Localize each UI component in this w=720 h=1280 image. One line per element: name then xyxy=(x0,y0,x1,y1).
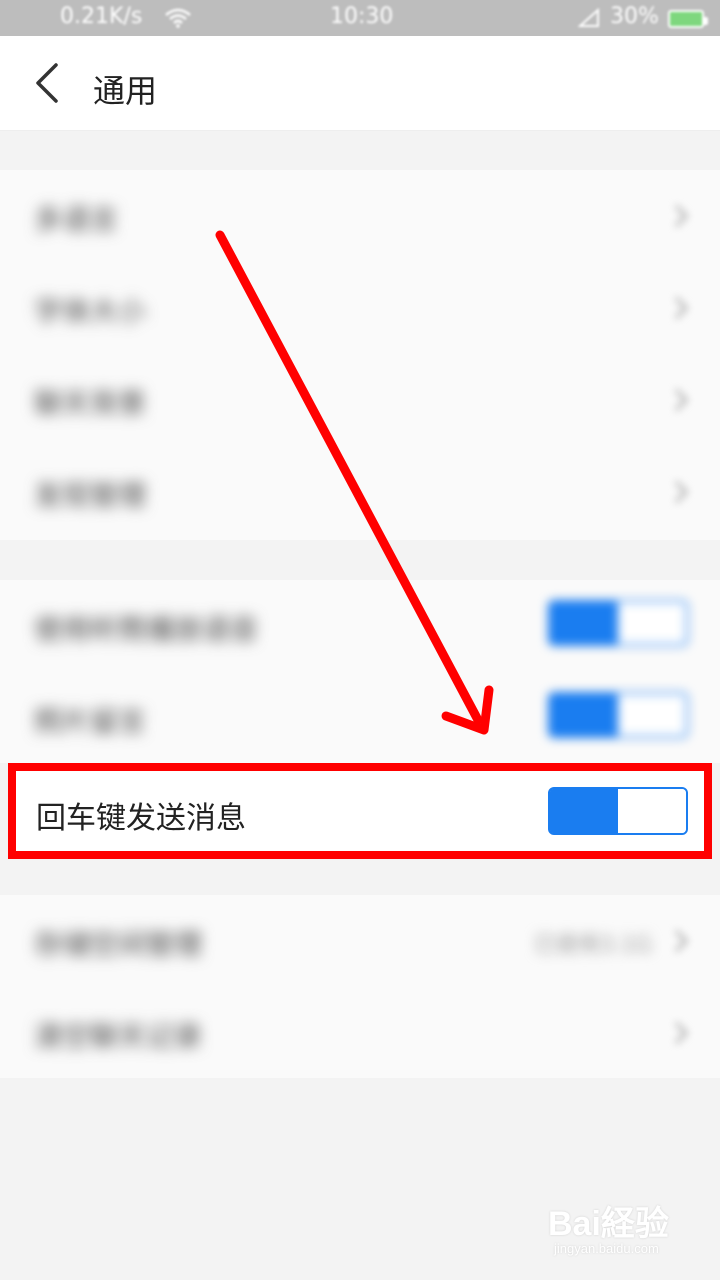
settings-row-photo: 照片留言 xyxy=(0,672,720,764)
status-bar: 0.21K/s 10:30 30% xyxy=(0,0,720,36)
chevron-right-icon xyxy=(674,1021,688,1045)
wifi-icon xyxy=(165,8,191,34)
chevron-right-icon xyxy=(674,204,688,228)
chevron-right-icon xyxy=(674,480,688,504)
settings-row-font-size[interactable]: 字体大小 xyxy=(0,262,720,354)
row-label: 聊天背景 xyxy=(34,387,147,420)
settings-group-toggles: 使用听筒播放语音 照片留言 xyxy=(0,580,720,763)
settings-row-clear-history[interactable]: 清空聊天记录 xyxy=(0,987,720,1079)
row-label: 发现管理 xyxy=(34,479,147,512)
status-time: 10:30 xyxy=(330,4,394,29)
settings-group-storage: 存储空间管理 已使用3.1G 清空聊天记录 xyxy=(0,895,720,1078)
battery-percent: 30% xyxy=(610,4,659,29)
row-label: 存储空间管理 xyxy=(34,928,203,961)
back-icon[interactable] xyxy=(30,61,64,105)
baidu-jingyan-watermark: Bai経验 jingyan.baidu.com xyxy=(548,1196,669,1256)
battery-icon xyxy=(668,10,708,28)
settings-row-earpiece: 使用听筒播放语音 xyxy=(0,580,720,672)
settings-row-chat-background[interactable]: 聊天背景 xyxy=(0,354,720,446)
row-label: 多语言 xyxy=(34,203,119,236)
earpiece-toggle[interactable] xyxy=(548,600,688,646)
row-label: 字体大小 xyxy=(34,295,147,328)
app-header: 通用 xyxy=(0,36,720,131)
page-title: 通用 xyxy=(93,72,158,110)
row-label: 清空聊天记录 xyxy=(34,1020,203,1053)
watermark-brand: Bai経验 xyxy=(548,1205,669,1243)
photo-toggle[interactable] xyxy=(548,692,688,738)
network-speed: 0.21K/s xyxy=(60,4,143,29)
enter-to-send-label: 回车键发送消息 xyxy=(36,801,246,836)
settings-row-language[interactable]: 多语言 xyxy=(0,170,720,262)
settings-group-display: 多语言 字体大小 聊天背景 发现管理 xyxy=(0,170,720,540)
row-label: 使用听筒播放语音 xyxy=(34,613,259,646)
settings-row-discover[interactable]: 发现管理 xyxy=(0,446,720,538)
enter-to-send-toggle[interactable] xyxy=(548,787,688,835)
watermark-url: jingyan.baidu.com xyxy=(554,1241,659,1256)
storage-value: 已使用3.1G xyxy=(533,933,652,958)
highlighted-enter-to-send-row: 回车键发送消息 xyxy=(8,763,712,859)
signal-icon xyxy=(577,7,600,34)
row-label: 照片留言 xyxy=(34,705,147,738)
chevron-right-icon xyxy=(674,296,688,320)
chevron-right-icon xyxy=(674,388,688,412)
chevron-right-icon xyxy=(674,929,688,953)
settings-row-storage[interactable]: 存储空间管理 已使用3.1G xyxy=(0,895,720,987)
